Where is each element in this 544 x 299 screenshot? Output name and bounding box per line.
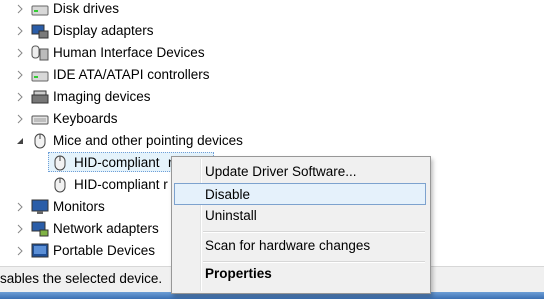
tree-item-portable-devices[interactable]: Portable Devices (0, 240, 170, 262)
tree-item-imaging-devices[interactable]: Imaging devices (0, 86, 300, 108)
tree-item-label: Monitors (53, 199, 105, 214)
disk-drive-icon (31, 1, 49, 17)
context-menu: Update Driver Software... Disable Uninst… (171, 156, 431, 294)
network-adapter-icon (31, 221, 49, 237)
menu-item-label: Scan for hardware changes (205, 238, 371, 253)
tree-item-disk-drives[interactable]: Disk drives (0, 0, 300, 20)
menu-item-label: Uninstall (205, 208, 257, 223)
tree-item-label: HID-compliant r (74, 177, 168, 192)
tree-item-label: Keyboards (53, 111, 118, 126)
expand-arrow-icon[interactable] (15, 202, 25, 212)
tree-item-label: Network adapters (53, 221, 159, 236)
menu-item-uninstall[interactable]: Uninstall (174, 205, 426, 227)
collapse-arrow-icon[interactable] (15, 136, 25, 146)
display-adapter-icon (31, 23, 49, 39)
expand-arrow-icon[interactable] (15, 26, 25, 36)
tree-item-network-adapters[interactable]: Network adapters (0, 218, 170, 240)
menu-item-label: Properties (205, 266, 272, 281)
tree-item-label: HID-compliant (74, 155, 160, 170)
imaging-device-icon (31, 89, 49, 105)
expand-arrow-icon[interactable] (15, 92, 25, 102)
expand-arrow-icon[interactable] (15, 224, 25, 234)
menu-item-label: Update Driver Software... (205, 164, 357, 179)
mouse-icon (31, 133, 49, 149)
tree-item-monitors[interactable]: Monitors (0, 196, 170, 218)
tree-item-label: Mice and other pointing devices (53, 133, 243, 148)
tree-item-label: Display adapters (53, 23, 154, 38)
mouse-icon (51, 155, 69, 171)
expand-arrow-icon[interactable] (15, 48, 25, 58)
portable-device-icon (31, 243, 49, 259)
hid-icon (31, 45, 49, 61)
tree-item-keyboards[interactable]: Keyboards (0, 108, 300, 130)
mouse-icon (51, 177, 69, 193)
keyboard-icon (31, 111, 49, 127)
tree-item-ide-controllers[interactable]: IDE ATA/ATAPI controllers (0, 64, 300, 86)
expand-arrow-icon[interactable] (15, 4, 25, 14)
expand-arrow-icon[interactable] (15, 246, 25, 256)
menu-separator (203, 231, 425, 233)
menu-item-update-driver[interactable]: Update Driver Software... (174, 161, 426, 183)
menu-item-label: Disable (205, 187, 251, 202)
tree-item-label: Disk drives (53, 1, 120, 16)
tree-item-label: Human Interface Devices (53, 45, 205, 60)
tree-item-display-adapters[interactable]: Display adapters (0, 20, 300, 42)
menu-item-disable[interactable]: Disable (174, 183, 426, 205)
tree-item-human-interface-devices[interactable]: Human Interface Devices (0, 42, 300, 64)
tree-item-mice[interactable]: Mice and other pointing devices (0, 130, 300, 152)
tree-item-label: Portable Devices (53, 243, 156, 258)
tree-item-label: Imaging devices (53, 89, 151, 104)
ide-controller-icon (31, 67, 49, 83)
monitor-icon (31, 199, 49, 215)
expand-arrow-icon[interactable] (15, 114, 25, 124)
expand-arrow-icon[interactable] (15, 70, 25, 80)
menu-item-scan-hardware[interactable]: Scan for hardware changes (174, 235, 426, 257)
status-text: sables the selected device. (0, 271, 163, 286)
menu-item-properties[interactable]: Properties (174, 263, 426, 285)
tree-item-label: IDE ATA/ATAPI controllers (53, 67, 210, 82)
